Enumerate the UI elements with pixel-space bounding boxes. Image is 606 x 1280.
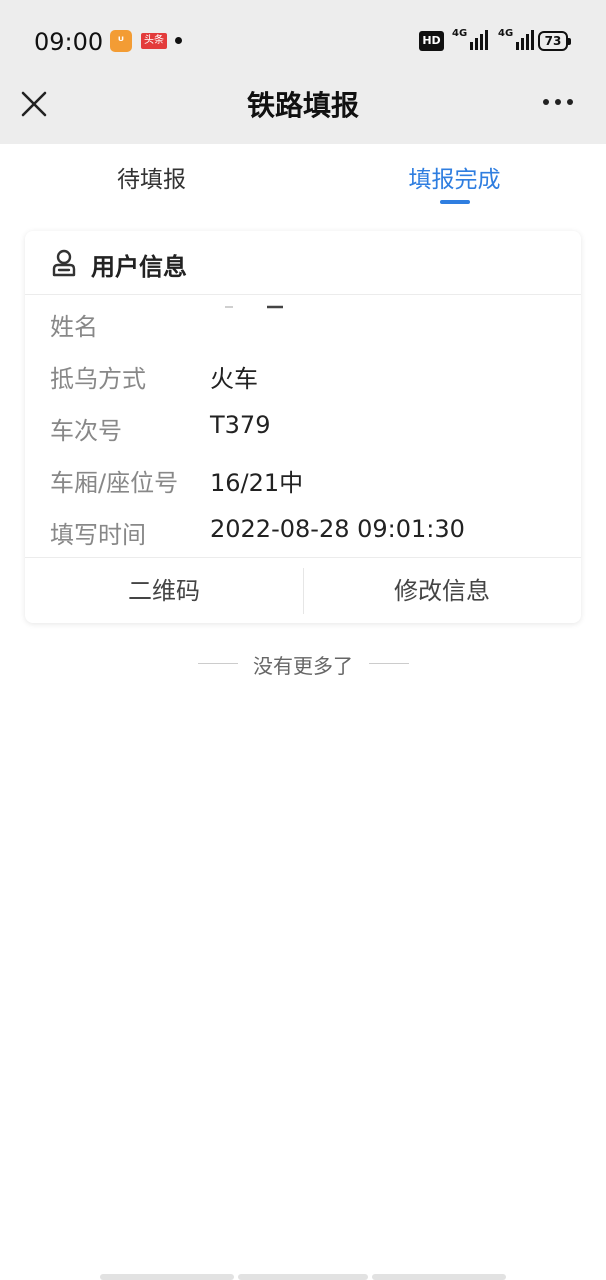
uc-browser-icon: ᵁ (110, 30, 132, 52)
hd-badge-icon: HD (419, 31, 444, 51)
network-type-label-2: 4G (498, 28, 514, 39)
card-actions: 二维码 修改信息 (25, 557, 581, 623)
user-info-card: 用户信息 姓名 抵乌方式 火车 车次号 T379 车厢/座位号 16/21中 填… (25, 231, 581, 623)
edit-info-button[interactable]: 修改信息 (303, 558, 581, 623)
active-tab-indicator (440, 200, 470, 204)
redaction-mark (225, 305, 283, 309)
battery-icon: 73 (538, 31, 571, 51)
network-type-label: 4G (452, 28, 468, 39)
close-button[interactable] (18, 88, 50, 120)
info-value: 火车 (210, 365, 258, 393)
card-title: 用户信息 (91, 253, 187, 281)
nav-bar-segment (372, 1274, 506, 1280)
tab-pending[interactable]: 待填报 (0, 160, 303, 194)
info-row-name: 姓名 (25, 297, 581, 349)
info-label: 填写时间 (50, 521, 146, 549)
title-bar: 铁路填报 (0, 80, 606, 144)
info-row-arrival-method: 抵乌方式 火车 (25, 349, 581, 401)
tab-bar: 待填报 填报完成 (0, 144, 606, 212)
qrcode-button[interactable]: 二维码 (25, 558, 303, 623)
nav-bar-segment (100, 1274, 234, 1280)
info-label: 抵乌方式 (50, 365, 146, 393)
signal-strength-icon: 4G (452, 28, 490, 52)
info-label: 车厢/座位号 (50, 469, 179, 497)
more-options-button[interactable] (540, 90, 576, 114)
no-more-text: 没有更多了 (253, 654, 353, 678)
info-row-fill-time: 填写时间 2022-08-28 09:01:30 (25, 505, 581, 557)
info-value: 2022-08-28 09:01:30 (210, 515, 465, 543)
status-bar: 09:00 ᵁ 头条 HD 4G 4G 73 (0, 0, 606, 80)
user-icon (52, 249, 76, 277)
info-label: 姓名 (50, 313, 98, 341)
status-time: 09:00 (34, 28, 104, 56)
page-title: 铁路填报 (246, 89, 359, 122)
info-value: 16/21中 (210, 469, 304, 497)
info-row-train-number: 车次号 T379 (25, 401, 581, 453)
info-row-seat: 车厢/座位号 16/21中 (25, 453, 581, 505)
info-value: T379 (210, 411, 271, 439)
divider-line-right (369, 663, 409, 664)
tab-completed[interactable]: 填报完成 (303, 160, 606, 194)
nav-bar-segment (238, 1274, 368, 1280)
card-header: 用户信息 (25, 231, 581, 295)
signal-strength-icon-2: 4G (498, 28, 536, 52)
toutiao-icon: 头条 (141, 33, 167, 49)
no-more-indicator: 没有更多了 (0, 650, 606, 680)
more-horizontal-icon (543, 99, 549, 105)
info-label: 车次号 (50, 417, 122, 445)
notification-dot-icon (175, 37, 182, 44)
close-icon (21, 91, 47, 117)
